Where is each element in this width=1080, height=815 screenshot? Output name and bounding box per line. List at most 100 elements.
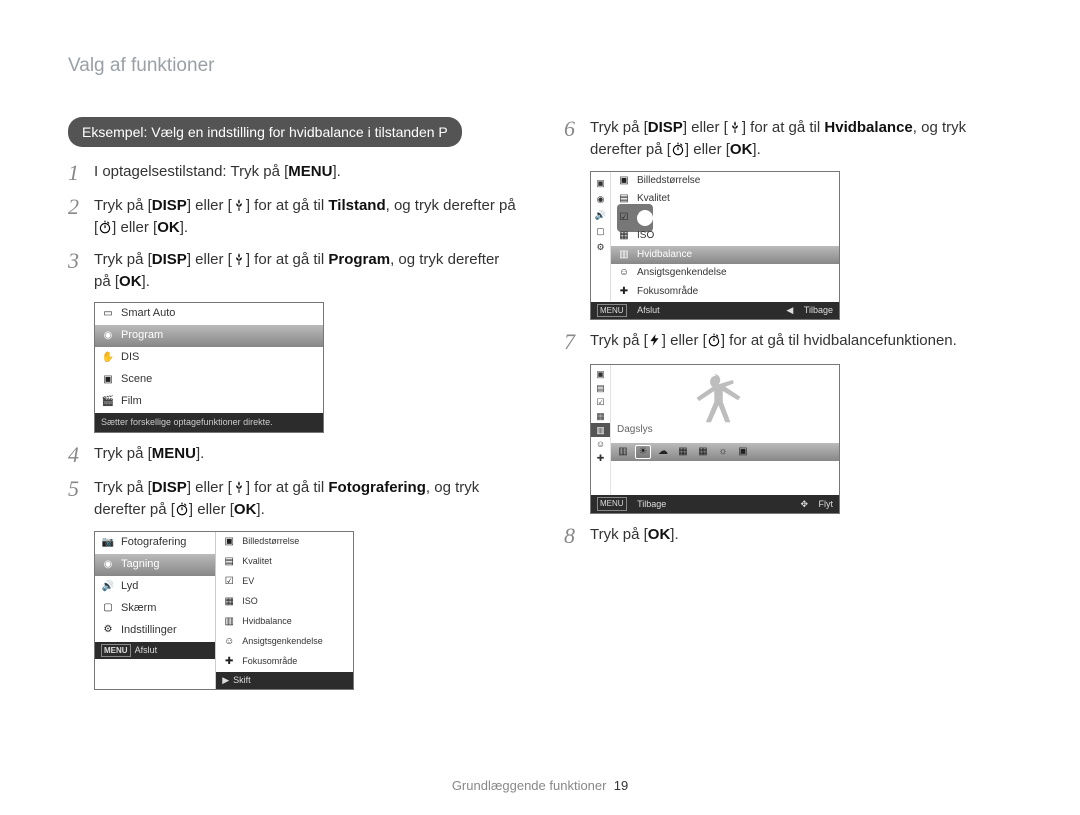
text: . <box>337 163 341 180</box>
menu-item-indstillinger: ⚙ Indstillinger <box>95 620 215 642</box>
menu-button-label: MENU <box>288 163 332 180</box>
label: Ansigtsgenkendelse <box>637 266 727 281</box>
wb-side-icons: ▣ ◉ 🔊 ▢ ⚙ <box>591 172 611 302</box>
quality-icon: ▤ <box>222 555 236 569</box>
menu-item: ☑ EV <box>216 572 353 592</box>
step-7: 7 Tryk på [] eller [] for at gå til hvid… <box>564 330 1012 354</box>
side-icon: ▢ <box>591 224 610 240</box>
text: Tryk på <box>94 251 148 268</box>
macro-icon <box>232 252 246 266</box>
text: for at gå til <box>250 479 328 496</box>
label: Hvidbalance <box>242 615 292 628</box>
step-num: 6 <box>564 117 590 161</box>
disp-button-label: DISP <box>648 119 683 136</box>
text: Tryk på <box>590 119 644 136</box>
wb-list: ▣Billedstørrelse ▤Kvalitet ☑EV ▦ISO ▥Hvi… <box>611 172 839 302</box>
text: for at gå til <box>250 251 328 268</box>
callout-text: Eksempel: Vælg en indstilling for hvidba… <box>82 124 448 140</box>
step-num: 7 <box>564 330 590 354</box>
text: for at gå til hvidbalancefunktionen. <box>725 332 957 349</box>
iso-icon: ▦ <box>222 595 236 609</box>
film-icon: 🎬 <box>101 395 115 409</box>
step-num: 1 <box>68 161 94 185</box>
foot-label: Skift <box>233 674 251 687</box>
sound-icon: 🔊 <box>101 580 115 594</box>
page-number: 19 <box>614 778 628 793</box>
wb-option-row: ▥ ☀ ☁ ▦ ▦ ☼ ▣ <box>611 443 839 461</box>
camera-icon: 📷 <box>101 536 115 550</box>
side-icon: ◉ <box>591 192 610 208</box>
step-num: 2 <box>68 195 94 239</box>
label: EV <box>242 575 254 588</box>
text: eller <box>191 251 228 268</box>
preview-side-icons: ▣ ▤ ☑ ▦ ▥ ☺ ✚ <box>591 365 611 495</box>
wb-option-label: Dagslys <box>617 423 653 438</box>
side-icon: ▦ <box>591 409 610 423</box>
dis-icon: ✋ <box>101 351 115 365</box>
side-icon: ▣ <box>591 367 610 381</box>
target: Tilstand <box>328 197 385 214</box>
step-body: Tryk på [DISP] eller [] for at gå til Hv… <box>590 117 1012 161</box>
foot-left: MENU Afslut <box>597 304 660 318</box>
side-icon: ✚ <box>591 451 610 465</box>
text: for at gå til <box>746 119 824 136</box>
text: eller <box>193 501 230 518</box>
label: Indstillinger <box>121 623 177 639</box>
step-body: Tryk på [OK]. <box>590 524 1012 548</box>
wb-footbar: MENU Afslut ◀ Tilbage <box>591 302 839 320</box>
ok-button-label: OK <box>730 141 753 158</box>
left-column: Eksempel: Vælg en indstilling for hvidba… <box>68 117 516 700</box>
text: . <box>200 445 204 462</box>
foot-right: ✥ Flyt <box>800 497 833 511</box>
page-footer: Grundlæggende funktioner 19 <box>0 778 1080 793</box>
target: Hvidbalance <box>824 119 912 136</box>
wb-tungsten-icon: ☼ <box>715 445 731 459</box>
wb-icon: ▥ <box>222 615 236 629</box>
text: , og tryk derefter på <box>386 197 516 214</box>
text: eller <box>191 479 228 496</box>
label: Fokusområde <box>637 285 698 300</box>
size-icon: ▣ <box>222 535 236 549</box>
wb-fluor-h-icon: ▦ <box>675 445 691 459</box>
settings-right-pane: ▣Billedstørrelse ▤Kvalitet ☑EV ▦ISO ▥Hvi… <box>216 532 353 689</box>
focus-icon: ✚ <box>222 655 236 669</box>
foot-left: MENU Tilbage <box>597 497 666 511</box>
menu-item-smart-auto: ▭Smart Auto <box>95 303 323 325</box>
preview-footbar: MENU Tilbage ✥ Flyt <box>591 495 839 513</box>
step-3: 3 Tryk på [DISP] eller [] for at gå til … <box>68 249 516 293</box>
menu-item: ▦ISO <box>216 592 353 612</box>
menu-item: ▦ISO <box>611 227 839 246</box>
menu-item: ▣Billedstørrelse <box>216 532 353 552</box>
menu-item: ✚Fokusområde <box>216 652 353 672</box>
label: Scene <box>121 372 152 388</box>
step-body: Tryk på [DISP] eller [] for at gå til Fo… <box>94 477 516 521</box>
label: Kvalitet <box>637 192 670 207</box>
side-icon: ▤ <box>591 381 610 395</box>
menu-item-program: ◉Program <box>95 325 323 347</box>
menu-item: ☺Ansigtsgenkendelse <box>611 264 839 283</box>
text: Tryk på <box>94 479 148 496</box>
glyph-right: ▶ <box>222 674 229 687</box>
disp-button-label: DISP <box>152 251 187 268</box>
focus-icon: ✚ <box>617 285 631 299</box>
wb-icon: ▥ <box>617 248 631 262</box>
menu-item-lyd: 🔊Lyd <box>95 576 215 598</box>
text: eller <box>116 219 153 236</box>
step-1: 1 I optagelsestilstand: Tryk på [MENU]. <box>68 161 516 185</box>
gear-icon: ⚙ <box>101 624 115 638</box>
preview-main: Dagslys ▥ ☀ ☁ ▦ ▦ ☼ ▣ <box>611 365 839 495</box>
wb-auto-icon: ▥ <box>615 445 631 459</box>
step-body: Tryk på [MENU]. <box>94 443 516 467</box>
menu-btn-foot: MENU <box>597 304 627 318</box>
menu-item: ▣Billedstørrelse <box>611 172 839 191</box>
ok-button-label: OK <box>648 526 671 543</box>
ev-icon: ☑ <box>222 575 236 589</box>
foot-label: Afslut <box>637 304 660 317</box>
text: for at gå til <box>250 197 328 214</box>
preview-body: ▣ ▤ ☑ ▦ ▥ ☺ ✚ Dagslys ▥ <box>591 365 839 495</box>
step-num: 3 <box>68 249 94 293</box>
label: EV <box>637 211 650 226</box>
text: Tryk på <box>590 526 644 543</box>
footbar-right: ▶ Skift <box>216 672 353 689</box>
macro-icon <box>232 198 246 212</box>
